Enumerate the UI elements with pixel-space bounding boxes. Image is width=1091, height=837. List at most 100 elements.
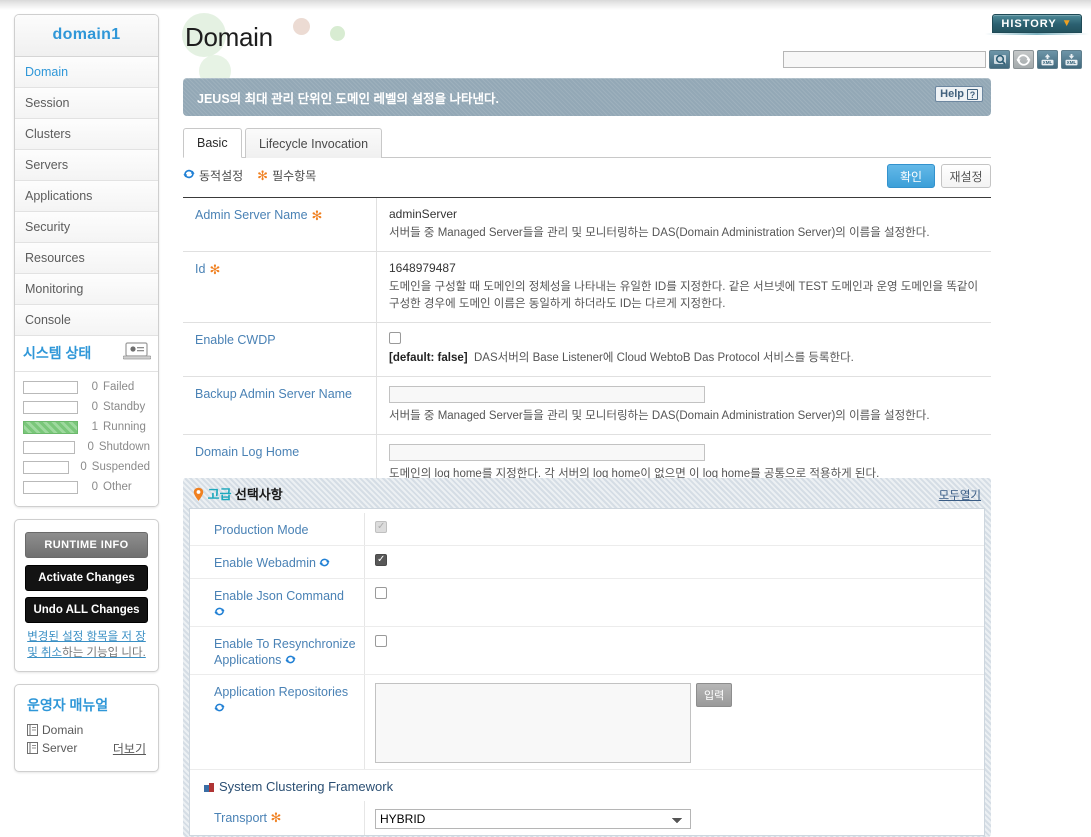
label-text: Domain Log Home [195, 445, 300, 459]
sidebar-item-applications[interactable]: Applications [15, 181, 158, 212]
field-label-enable-cwdp: Enable CWDP [183, 323, 377, 376]
svg-text:XML: XML [1067, 60, 1077, 65]
advanced-options-header: 고급 선택사항 모두열기 [189, 484, 985, 508]
manual-item-server[interactable]: Server 더보기 [27, 740, 146, 757]
stack-icon [204, 782, 214, 792]
asterisk-icon: ✻ [257, 167, 269, 183]
sidebar-actions-card: RUNTIME INFO Activate Changes Undo ALL C… [14, 519, 159, 672]
sidebar-manual-card: 운영자 매뉴얼 Domain Server 더보기 [14, 684, 159, 772]
book-icon [27, 742, 38, 754]
decoration-circle-3 [293, 18, 310, 35]
dynamic-setting-icon [285, 653, 296, 667]
system-status-body: 0 Failed 0 Standby 1 Running 0 Shutdown [15, 372, 158, 506]
basic-form-table: Admin Server Name ✻ adminServer 서버들 중 Ma… [183, 197, 991, 493]
manual-item-domain[interactable]: Domain [27, 723, 146, 737]
backup-admin-server-name-input[interactable] [389, 386, 705, 403]
laptop-icon[interactable] [122, 342, 152, 360]
adv-row-application-repositories: Application Repositories 입력 [190, 675, 984, 770]
application-repositories-textarea[interactable] [375, 683, 691, 763]
sidebar-nav-card: domain1 Domain Session Clusters Servers … [14, 14, 159, 507]
sidebar-item-domain[interactable]: Domain [15, 57, 158, 88]
field-label-backup-admin-server-name: Backup Admin Server Name [183, 377, 377, 434]
status-count-shutdown: 0 [87, 441, 94, 453]
label-text: Enable Webadmin [214, 556, 316, 570]
changes-note[interactable]: 변경된 설정 항목을 저 장 및 취소하는 기능입 니다. [25, 629, 148, 661]
enable-to-resynchronize-applications-checkbox[interactable] [375, 635, 387, 647]
label-text: Application Repositories [214, 685, 349, 699]
sidebar-item-console[interactable]: Console [15, 305, 158, 336]
confirm-button[interactable]: 확인 [887, 164, 935, 188]
activate-changes-button[interactable]: Activate Changes [25, 565, 148, 591]
application-repositories-input-button[interactable]: 입력 [696, 683, 733, 707]
xml-export-icon[interactable]: XML [1061, 50, 1082, 69]
value-id: 1648979487 [389, 261, 456, 275]
runtime-info-button[interactable]: RUNTIME INFO [25, 532, 148, 558]
history-label: HISTORY [1001, 17, 1057, 30]
field-label-admin-server-name: Admin Server Name ✻ [183, 198, 377, 251]
label-text: Backup Admin Server Name [195, 387, 353, 401]
label-text: Production Mode [214, 523, 309, 537]
status-label-shutdown: Shutdown [98, 441, 150, 453]
transport-select[interactable]: HYBRID [375, 809, 691, 829]
sidebar-item-session[interactable]: Session [15, 88, 158, 119]
search-input[interactable] [783, 51, 986, 68]
search-icon[interactable] [989, 50, 1010, 69]
history-button[interactable]: HISTORY ▼ [992, 14, 1082, 33]
domain-log-home-input[interactable] [389, 444, 705, 461]
field-row-enable-cwdp: Enable CWDP [default: false] DAS서버의 Base… [183, 323, 991, 377]
adv-label-enable-webadmin: Enable Webadmin [190, 546, 365, 578]
field-row-admin-server-name: Admin Server Name ✻ adminServer 서버들 중 Ma… [183, 198, 991, 252]
adv-label-application-repositories: Application Repositories [190, 675, 365, 769]
desc-id: 도메인을 구성할 때 도메인의 정체성을 나타내는 유일한 ID를 지정한다. … [389, 281, 979, 310]
advanced-options-panel: 고급 선택사항 모두열기 Production Mode Enable Weba… [183, 478, 991, 837]
field-row-backup-admin-server-name: Backup Admin Server Name 서버들 중 Managed S… [183, 377, 991, 435]
tab-bar: Basic Lifecycle Invocation [183, 128, 991, 158]
sidebar-item-clusters[interactable]: Clusters [15, 119, 158, 150]
sidebar-item-servers[interactable]: Servers [15, 150, 158, 181]
status-row-suspended: 0 Suspended [23, 458, 150, 476]
open-all-link[interactable]: 모두열기 [939, 487, 981, 503]
page-title: Domain [185, 22, 273, 52]
desc-admin-server-name: 서버들 중 Managed Server들을 관리 및 모니터링하는 DAS(D… [389, 227, 930, 239]
status-row-running: 1 Running [23, 418, 150, 436]
field-label-id: Id ✻ [183, 252, 377, 322]
status-label-suspended: Suspended [91, 461, 150, 473]
value-admin-server-name: adminServer [389, 207, 458, 221]
status-bar-failed [23, 380, 78, 394]
status-count-standby: 0 [91, 401, 98, 413]
adv-value-transport: HYBRID [365, 801, 984, 835]
asterisk-icon: ✻ [209, 262, 221, 277]
sidebar: domain1 Domain Session Clusters Servers … [14, 14, 159, 784]
application-window: domain1 Domain Session Clusters Servers … [0, 0, 1091, 837]
adv-row-transport: Transport ✻ HYBRID [190, 801, 984, 835]
status-count-other: 0 [91, 481, 98, 493]
system-clustering-framework-header: System Clustering Framework [190, 770, 984, 801]
system-status-header: 시스템 상태 [15, 336, 158, 372]
status-bar-suspended [23, 460, 69, 474]
tab-lifecycle-invocation[interactable]: Lifecycle Invocation [245, 128, 383, 158]
manual-label-server: Server [42, 741, 78, 755]
adv-value-enable-webadmin [365, 546, 984, 578]
advanced-title-secondary: 선택사항 [234, 487, 283, 502]
field-value-enable-cwdp: [default: false] DAS서버의 Base Listener에 C… [377, 323, 991, 376]
enable-json-command-checkbox[interactable] [375, 587, 387, 599]
desc-backup-admin-server-name: 서버들 중 Managed Server들을 관리 및 모니터링하는 DAS(D… [389, 410, 930, 422]
tab-basic[interactable]: Basic [183, 128, 242, 158]
xml-import-icon[interactable]: XML [1037, 50, 1058, 69]
sidebar-item-resources[interactable]: Resources [15, 243, 158, 274]
sidebar-item-monitoring[interactable]: Monitoring [15, 274, 158, 305]
pin-icon [193, 487, 208, 502]
label-text: Admin Server Name [195, 208, 308, 222]
sidebar-item-security[interactable]: Security [15, 212, 158, 243]
adv-label-production-mode: Production Mode [190, 513, 365, 545]
reset-button[interactable]: 재설정 [941, 164, 991, 188]
help-button[interactable]: Help ? [935, 86, 983, 102]
status-count-running: 1 [91, 421, 98, 433]
manual-more-link[interactable]: 더보기 [113, 740, 146, 757]
undo-all-changes-button[interactable]: Undo ALL Changes [25, 597, 148, 623]
dynamic-setting-icon [183, 168, 195, 183]
enable-cwdp-checkbox[interactable] [389, 332, 401, 344]
status-row-other: 0 Other [23, 478, 150, 496]
enable-webadmin-checkbox[interactable] [375, 553, 387, 567]
sync-icon[interactable] [1013, 50, 1034, 69]
